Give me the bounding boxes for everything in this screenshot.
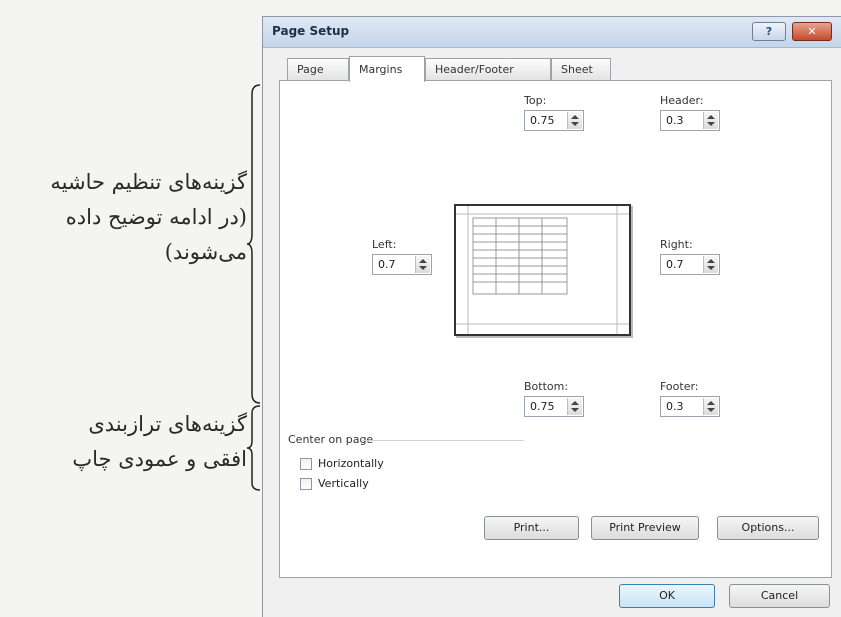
close-icon: ✕ xyxy=(807,25,817,38)
dialog-title: Page Setup xyxy=(272,24,350,38)
margin-options-brace xyxy=(246,84,261,404)
top-margin-spinner[interactable]: 0.75 xyxy=(524,110,584,131)
page-preview-grid xyxy=(456,206,629,334)
tab-sheet[interactable]: Sheet xyxy=(551,58,611,80)
arrow-up-icon[interactable] xyxy=(707,259,715,263)
centering-options-annotation: گزینه‌های ترازبندی افقی و عمودی چاپ xyxy=(72,407,247,477)
right-margin-value[interactable]: 0.7 xyxy=(666,258,684,271)
ok-button[interactable]: OK xyxy=(619,584,715,608)
arrow-up-icon[interactable] xyxy=(571,401,579,405)
arrow-down-icon[interactable] xyxy=(571,408,579,412)
tab-header-footer[interactable]: Header/Footer xyxy=(425,58,551,80)
margin-options-annotation: گزینه‌های تنظیم حاشیه (در ادامه توضیح دا… xyxy=(50,165,247,270)
title-bar: Page Setup ? ✕ xyxy=(263,17,841,48)
group-divider xyxy=(362,440,524,441)
bottom-margin-spinner[interactable]: 0.75 xyxy=(524,396,584,417)
right-margin-spinner[interactable]: 0.7 xyxy=(660,254,720,275)
tab-page[interactable]: Page xyxy=(287,58,349,80)
center-on-page-title: Center on page xyxy=(288,433,374,446)
bottom-margin-label: Bottom: xyxy=(524,380,569,393)
tab-margins[interactable]: Margins xyxy=(349,56,425,82)
margins-panel: Top: 0.75 Header: 0.3 Left: 0.7 Right: 0… xyxy=(279,80,832,578)
arrow-up-icon[interactable] xyxy=(707,115,715,119)
spinner-arrows[interactable] xyxy=(567,112,582,129)
arrow-down-icon[interactable] xyxy=(571,122,579,126)
footer-margin-label: Footer: xyxy=(660,380,699,393)
arrow-down-icon[interactable] xyxy=(419,266,427,270)
left-margin-value[interactable]: 0.7 xyxy=(378,258,396,271)
annotation-line: افقی و عمودی چاپ xyxy=(72,447,247,471)
header-margin-spinner[interactable]: 0.3 xyxy=(660,110,720,131)
bottom-margin-value[interactable]: 0.75 xyxy=(530,400,555,413)
center-vertically-label[interactable]: Vertically xyxy=(318,477,369,490)
options-button[interactable]: Options... xyxy=(717,516,819,540)
checkbox-icon[interactable] xyxy=(300,478,312,490)
header-margin-value[interactable]: 0.3 xyxy=(666,114,684,127)
footer-margin-spinner[interactable]: 0.3 xyxy=(660,396,720,417)
arrow-down-icon[interactable] xyxy=(707,266,715,270)
page-setup-dialog: Page Setup ? ✕ Page Margins Header/Foote… xyxy=(262,16,841,617)
help-button[interactable]: ? xyxy=(752,22,786,41)
arrow-up-icon[interactable] xyxy=(571,115,579,119)
close-button[interactable]: ✕ xyxy=(792,22,832,41)
page-preview xyxy=(454,204,631,336)
left-margin-label: Left: xyxy=(372,238,397,251)
top-margin-label: Top: xyxy=(524,94,547,107)
arrow-down-icon[interactable] xyxy=(707,408,715,412)
arrow-up-icon[interactable] xyxy=(419,259,427,263)
annotation-line: (در ادامه توضیح داده xyxy=(65,205,247,229)
centering-options-brace xyxy=(246,405,261,491)
center-horizontally-label[interactable]: Horizontally xyxy=(318,457,384,470)
annotation-line: گزینه‌های ترازبندی xyxy=(88,412,247,436)
top-margin-value[interactable]: 0.75 xyxy=(530,114,555,127)
spinner-arrows[interactable] xyxy=(415,256,430,273)
footer-margin-value[interactable]: 0.3 xyxy=(666,400,684,413)
spinner-arrows[interactable] xyxy=(703,256,718,273)
checkbox-icon[interactable] xyxy=(300,458,312,470)
print-button[interactable]: Print... xyxy=(484,516,579,540)
spinner-arrows[interactable] xyxy=(567,398,582,415)
cancel-button[interactable]: Cancel xyxy=(729,584,830,608)
help-icon: ? xyxy=(765,25,773,38)
annotation-line: گزینه‌های تنظیم حاشیه xyxy=(50,170,247,194)
print-preview-button[interactable]: Print Preview xyxy=(591,516,699,540)
spinner-arrows[interactable] xyxy=(703,398,718,415)
spinner-arrows[interactable] xyxy=(703,112,718,129)
right-margin-label: Right: xyxy=(660,238,693,251)
arrow-down-icon[interactable] xyxy=(707,122,715,126)
left-margin-spinner[interactable]: 0.7 xyxy=(372,254,432,275)
header-margin-label: Header: xyxy=(660,94,704,107)
arrow-up-icon[interactable] xyxy=(707,401,715,405)
annotation-line: می‌شوند) xyxy=(164,240,247,264)
